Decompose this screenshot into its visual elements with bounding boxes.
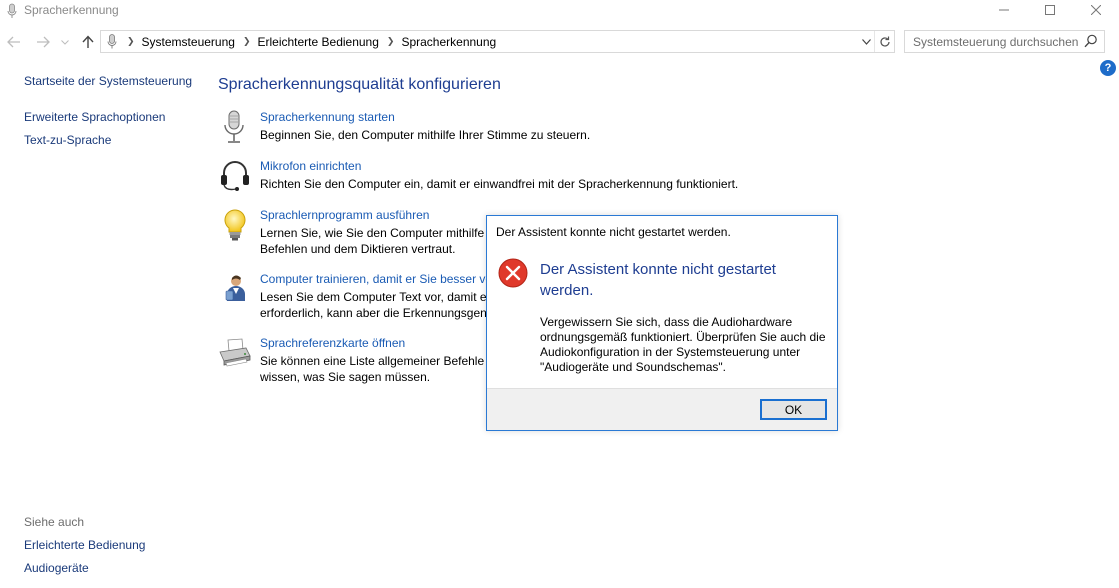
help-icon[interactable]: ? bbox=[1100, 60, 1116, 76]
search-icon[interactable] bbox=[1084, 34, 1098, 48]
microphone-icon bbox=[218, 110, 252, 144]
recent-locations-button[interactable] bbox=[58, 32, 72, 52]
lightbulb-icon bbox=[218, 208, 252, 242]
window-title: Spracherkennung bbox=[24, 3, 119, 17]
advanced-speech-options-link[interactable]: Erweiterte Sprachoptionen bbox=[24, 110, 165, 124]
breadcrumb-spracherkennung[interactable]: Spracherkennung bbox=[401, 35, 496, 49]
page-title: Spracherkennungsqualität konfigurieren bbox=[218, 76, 501, 93]
error-dialog: Der Assistent konnte nicht gestartet wer… bbox=[486, 215, 838, 431]
dialog-heading: Der Assistent konnte nicht gestartet wer… bbox=[540, 261, 776, 299]
error-icon bbox=[498, 258, 528, 288]
ok-button[interactable]: OK bbox=[760, 399, 827, 420]
chevron-right-icon: ❯ bbox=[242, 36, 251, 46]
address-bar[interactable]: ❯ Systemsteuerung ❯ Erleichterte Bedienu… bbox=[100, 30, 895, 53]
description-line: erforderlich, kann aber die Erkennungsge… bbox=[260, 306, 494, 320]
task-description: Beginnen Sie, den Computer mithilfe Ihre… bbox=[260, 128, 591, 142]
headset-icon bbox=[218, 159, 252, 193]
back-button[interactable] bbox=[4, 32, 24, 52]
description-line: Befehlen und dem Diktieren vertraut. bbox=[260, 242, 456, 256]
description-line: Lernen Sie, wie Sie den Computer mithilf… bbox=[260, 226, 495, 240]
maximize-button[interactable] bbox=[1027, 0, 1073, 20]
task-start-speech-recognition: Spracherkennung starten Beginnen Sie, de… bbox=[218, 110, 638, 146]
control-panel-home-link[interactable]: Startseite der Systemsteuerung bbox=[24, 74, 192, 88]
refresh-icon[interactable] bbox=[874, 31, 894, 52]
up-button[interactable] bbox=[78, 32, 98, 52]
microphone-icon bbox=[101, 31, 123, 52]
search-box[interactable] bbox=[904, 30, 1105, 53]
description-line: Sie können eine Liste allgemeiner Befehl… bbox=[260, 354, 495, 368]
close-button[interactable] bbox=[1073, 0, 1119, 20]
speech-reference-card-link[interactable]: Sprachreferenzkarte öffnen bbox=[260, 336, 405, 350]
text-to-speech-link[interactable]: Text-zu-Sprache bbox=[24, 133, 111, 147]
ease-of-access-link[interactable]: Erleichterte Bedienung bbox=[24, 538, 145, 552]
speech-tutorial-link[interactable]: Sprachlernprogramm ausführen bbox=[260, 208, 429, 222]
start-speech-recognition-link[interactable]: Spracherkennung starten bbox=[260, 110, 395, 124]
train-computer-link[interactable]: Computer trainieren, damit er Sie besser… bbox=[260, 272, 492, 286]
chevron-right-icon: ❯ bbox=[386, 36, 395, 46]
breadcrumb-erleichterte-bedienung[interactable]: Erleichterte Bedienung bbox=[257, 35, 378, 49]
dialog-footer: OK bbox=[487, 388, 837, 430]
description-line: Lesen Sie dem Computer Text vor, damit e… bbox=[260, 290, 491, 304]
title-bar: Spracherkennung bbox=[0, 0, 1119, 28]
description-line: wissen, was Sie sagen müssen. bbox=[260, 370, 431, 384]
dialog-message: Vergewissern Sie sich, dass die Audiohar… bbox=[540, 315, 826, 374]
breadcrumb-systemsteuerung[interactable]: Systemsteuerung bbox=[142, 35, 235, 49]
minimize-button[interactable] bbox=[981, 0, 1027, 20]
audio-devices-link[interactable]: Audiogeräte bbox=[24, 561, 89, 575]
microphone-app-icon bbox=[6, 3, 18, 19]
dialog-title: Der Assistent konnte nicht gestartet wer… bbox=[496, 225, 731, 239]
task-setup-microphone: Mikrofon einrichten Richten Sie den Comp… bbox=[218, 159, 738, 195]
task-description: Richten Sie den Computer ein, damit er e… bbox=[260, 177, 739, 191]
user-train-icon bbox=[218, 272, 252, 306]
forward-button[interactable] bbox=[33, 32, 53, 52]
printer-icon bbox=[218, 336, 252, 370]
search-input[interactable] bbox=[913, 34, 1085, 49]
chevron-right-icon: ❯ bbox=[127, 36, 135, 46]
chevron-down-icon[interactable] bbox=[858, 31, 874, 52]
setup-microphone-link[interactable]: Mikrofon einrichten bbox=[260, 159, 361, 173]
navigation-bar: ❯ Systemsteuerung ❯ Erleichterte Bedienu… bbox=[0, 28, 1119, 56]
see-also-label: Siehe auch bbox=[24, 515, 85, 529]
